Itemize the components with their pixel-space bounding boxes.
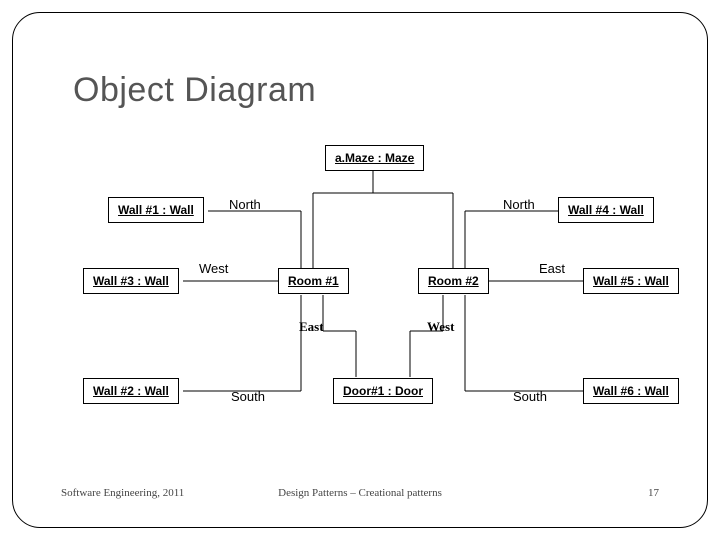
object-wall1: Wall #1 : Wall (108, 197, 204, 223)
label-south1: South (231, 389, 265, 404)
object-room1: Room #1 (278, 268, 349, 294)
object-door1: Door#1 : Door (333, 378, 433, 404)
label-west-serif: West (427, 319, 454, 335)
label-west1: West (199, 261, 228, 276)
object-wall5: Wall #5 : Wall (583, 268, 679, 294)
label-north1: North (229, 197, 261, 212)
page-title: Object Diagram (73, 71, 316, 110)
label-south2: South (513, 389, 547, 404)
object-maze: a.Maze : Maze (325, 145, 424, 171)
object-wall3: Wall #3 : Wall (83, 268, 179, 294)
object-room2: Room #2 (418, 268, 489, 294)
object-diagram: a.Maze : Maze Wall #1 : Wall Wall #4 : W… (53, 133, 693, 453)
object-wall6: Wall #6 : Wall (583, 378, 679, 404)
slide-frame: Object Diagram (12, 12, 708, 528)
footer-page-number: 17 (648, 487, 659, 499)
label-east-serif: East (299, 319, 324, 335)
label-east2: East (539, 261, 565, 276)
label-north2: North (503, 197, 535, 212)
footer-center: Design Patterns – Creational patterns (13, 487, 707, 499)
object-wall4: Wall #4 : Wall (558, 197, 654, 223)
object-wall2: Wall #2 : Wall (83, 378, 179, 404)
